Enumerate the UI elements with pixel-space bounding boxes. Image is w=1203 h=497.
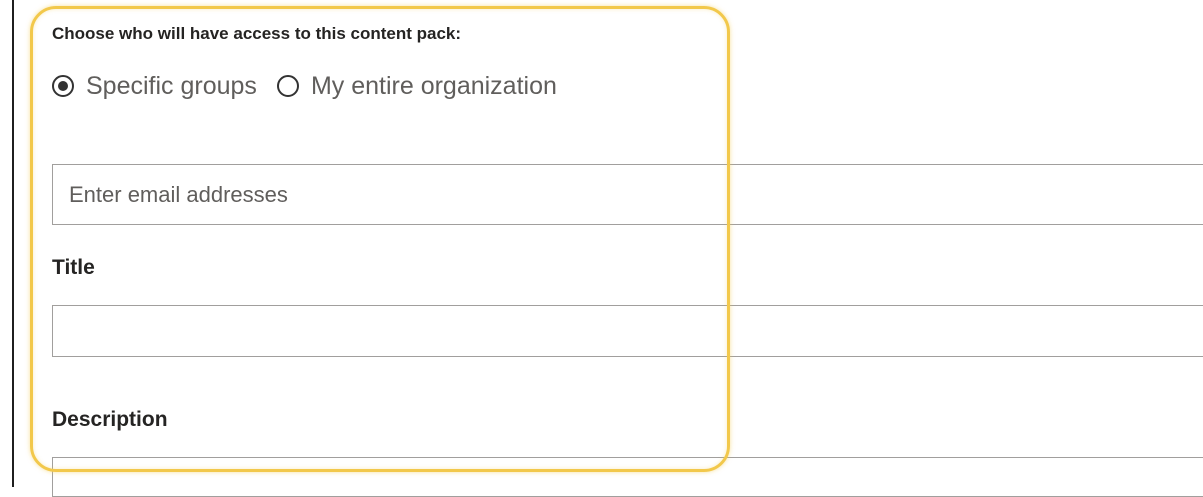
access-radio-group: Specific groups My entire organization bbox=[52, 70, 577, 102]
content-pack-access-form: Choose who will have access to this cont… bbox=[14, 0, 1203, 497]
radio-unselected-icon[interactable] bbox=[276, 75, 299, 97]
description-label: Description bbox=[52, 408, 168, 431]
access-heading: Choose who will have access to this cont… bbox=[52, 24, 462, 43]
title-input[interactable] bbox=[52, 305, 1203, 357]
description-input[interactable] bbox=[52, 457, 1203, 497]
email-addresses-input[interactable] bbox=[52, 164, 1203, 225]
radio-entire-organization[interactable]: My entire organization bbox=[276, 72, 557, 101]
title-label: Title bbox=[52, 256, 95, 279]
radio-dot bbox=[58, 81, 68, 91]
radio-specific-groups-label[interactable]: Specific groups bbox=[86, 72, 257, 101]
radio-specific-groups[interactable]: Specific groups bbox=[52, 72, 257, 101]
radio-selected-icon[interactable] bbox=[52, 75, 74, 97]
radio-entire-organization-label[interactable]: My entire organization bbox=[311, 72, 557, 101]
